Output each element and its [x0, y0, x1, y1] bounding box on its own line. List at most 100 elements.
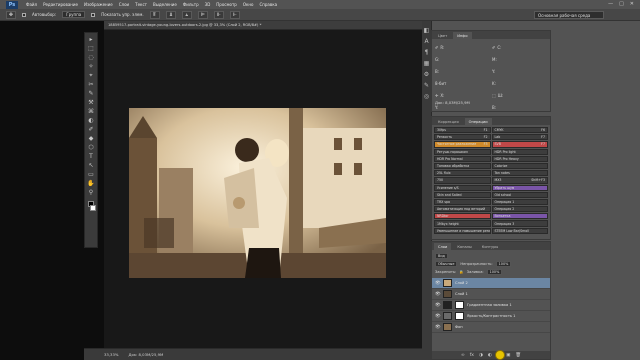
tab-paths[interactable]: Контуры — [478, 243, 502, 250]
swatches-icon[interactable]: ▦ — [424, 60, 430, 67]
type-icon[interactable]: T — [87, 153, 96, 161]
action-button[interactable]: HDR Pro light — [491, 148, 548, 155]
tab-layers[interactable]: Слои — [434, 243, 452, 250]
action-button[interactable]: Автоматизация под веторий — [434, 206, 491, 213]
layer-row[interactable]: 👁 Слой 2 — [432, 278, 550, 289]
menu-item[interactable]: Просмотр — [216, 2, 237, 7]
adjustment-layer-icon[interactable]: ◐ — [488, 353, 492, 358]
new-layer-icon[interactable]: ▣ — [506, 353, 510, 358]
action-button[interactable]: 25L fluix — [434, 170, 491, 177]
action-button[interactable]: Ретушь порошком — [434, 148, 491, 155]
zoom-icon[interactable]: ⚲ — [87, 189, 96, 197]
action-button[interactable]: CMYK F6 — [491, 127, 548, 134]
menu-item[interactable]: Выделение — [153, 2, 177, 7]
marquee-icon[interactable]: ⬚ — [87, 45, 96, 53]
move-tool-icon[interactable]: ✥ — [6, 10, 16, 19]
layer-row[interactable]: 👁 Фон — [432, 322, 550, 333]
auto-select-checkbox[interactable] — [22, 12, 26, 17]
fill-field[interactable]: 100% — [486, 269, 503, 275]
auto-select-dropdown[interactable]: Группа — [62, 11, 86, 18]
hand-icon[interactable]: ✋ — [87, 180, 96, 188]
healing-icon[interactable]: ⚒ — [87, 99, 96, 107]
eye-icon[interactable]: 👁 — [435, 292, 441, 297]
menu-item[interactable]: Текст — [135, 2, 147, 7]
action-button[interactable]: Операция 1 — [491, 198, 548, 206]
action-button[interactable]: Операция 2 — [491, 206, 548, 213]
tab-actions[interactable]: Операции — [464, 118, 492, 125]
blur-icon[interactable]: ⬡ — [87, 144, 96, 152]
action-button[interactable]: Резкость F2 — [434, 134, 491, 141]
brush-icon[interactable]: ✎ — [87, 90, 96, 98]
menu-item[interactable]: Справка — [259, 2, 277, 7]
action-button[interactable]: Уменьшение и повышение резк. — [434, 227, 491, 234]
menu-item[interactable]: Изображение — [84, 2, 113, 7]
action-button[interactable]: MX3 Shift+F3 — [491, 177, 548, 184]
menu-item[interactable]: Окно — [243, 2, 254, 7]
magic-wand-icon[interactable]: ✧ — [87, 63, 96, 71]
properties-icon[interactable]: ⚙ — [424, 71, 429, 78]
align-bottom-icon[interactable]: ⫨ — [181, 10, 192, 19]
tab-info[interactable]: Инфо — [453, 32, 472, 39]
tab-color[interactable]: Цвет — [434, 32, 451, 39]
eye-icon[interactable]: 👁 — [435, 303, 441, 308]
background-color-swatch[interactable] — [90, 205, 96, 211]
menu-item[interactable]: Файл — [26, 2, 37, 7]
zoom-level[interactable]: 33,33% — [104, 352, 118, 357]
action-button[interactable]: 1Mbyx height — [434, 220, 491, 227]
action-button[interactable]: STEEM Low Bar/Smoll — [491, 227, 548, 234]
lasso-icon[interactable]: ◌ — [87, 54, 96, 62]
canvas-area[interactable] — [104, 30, 422, 348]
action-button[interactable]: Убрать шум — [491, 184, 548, 191]
history-brush-icon[interactable]: ◐ — [87, 117, 96, 125]
eye-icon[interactable]: 👁 — [435, 325, 441, 330]
workspace-dropdown[interactable]: Основная рабочая среда — [534, 11, 604, 19]
maximize-icon[interactable]: □ — [619, 1, 624, 7]
action-button[interactable]: 30fps F1 — [434, 127, 491, 134]
tab-adjustments[interactable]: Коррекция — [434, 118, 463, 125]
action-button[interactable]: Виньетка — [491, 213, 548, 220]
link-layers-icon[interactable]: ∞ — [461, 353, 465, 358]
align-middle-icon[interactable]: ⫫ — [165, 10, 176, 19]
action-button[interactable]: Lab F7 — [491, 134, 548, 141]
move-icon[interactable]: ▸ — [87, 36, 96, 44]
lock-icon[interactable]: 🔒 — [459, 270, 463, 274]
align-right-icon[interactable]: ⊩ — [229, 10, 240, 19]
menu-item[interactable]: Редактирование — [43, 2, 78, 7]
opacity-field[interactable]: 100% — [495, 261, 512, 267]
action-button[interactable]: HDR Pro Normal — [434, 155, 491, 162]
action-button[interactable]: Операция 3 — [491, 220, 548, 227]
action-button[interactable]: Тоновая обработка — [434, 162, 491, 170]
eraser-icon[interactable]: ✐ — [87, 126, 96, 134]
eye-icon[interactable]: 👁 — [435, 281, 441, 286]
align-center-icon[interactable]: ⊪ — [213, 10, 224, 19]
close-icon[interactable]: ✕ — [630, 1, 634, 7]
navigator-icon[interactable]: ◎ — [424, 93, 429, 100]
layer-row[interactable]: 👁 Яркость/Контрастность 1 — [432, 311, 550, 322]
action-button[interactable]: Усиление s/S — [434, 184, 491, 191]
action-button[interactable]: NRDtor — [434, 213, 491, 220]
menu-item[interactable]: Слои — [119, 2, 129, 7]
menu-item[interactable]: Фильтр — [183, 2, 199, 7]
character-icon[interactable]: A — [424, 38, 428, 45]
action-button[interactable]: TRX spa — [434, 198, 491, 206]
path-select-icon[interactable]: ↖ — [87, 162, 96, 170]
fx-icon[interactable]: fx — [470, 353, 474, 358]
document-tab[interactable]: 18859517-portrait-vintage-young-lovers-o… — [104, 21, 422, 30]
tab-channels[interactable]: Каналы — [453, 243, 475, 250]
shape-icon[interactable]: ▭ — [87, 171, 96, 179]
show-controls-checkbox[interactable] — [91, 12, 96, 17]
action-button[interactable]: Tan notes — [491, 170, 548, 177]
action-button[interactable]: Colorize — [491, 162, 548, 170]
gradient-icon[interactable]: ◆ — [87, 135, 96, 143]
align-left-icon[interactable]: ⊫ — [197, 10, 208, 19]
action-button[interactable]: Old school — [491, 191, 548, 198]
action-button[interactable]: HDR Pro Heavy — [491, 155, 548, 162]
trash-icon[interactable]: 🗑 — [515, 353, 521, 358]
action-button[interactable]: SVB F7 — [491, 141, 548, 148]
layer-row[interactable]: 👁 Градиентная заливка 1 — [432, 300, 550, 311]
blend-mode-dropdown[interactable]: Обычные — [435, 261, 458, 267]
crop-icon[interactable]: ⌖ — [87, 72, 96, 80]
menu-item[interactable]: 3D — [205, 2, 211, 7]
layer-kind-filter[interactable]: Вид — [435, 253, 448, 259]
action-button[interactable]: Skin and Sailed — [434, 191, 491, 198]
